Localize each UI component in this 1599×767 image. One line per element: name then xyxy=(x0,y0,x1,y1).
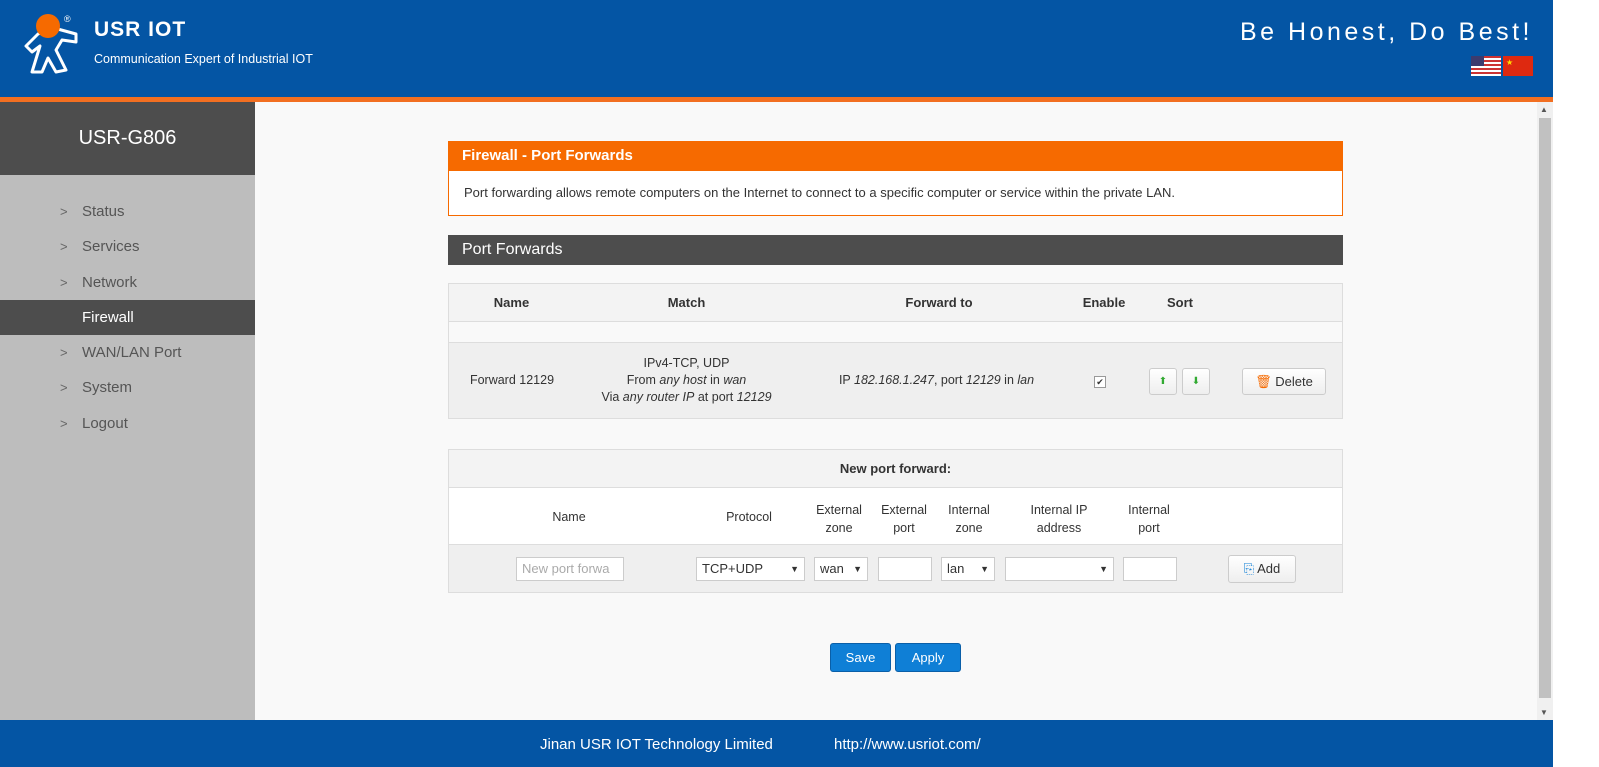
alert-title: Firewall - Port Forwards xyxy=(448,141,1343,171)
move-up-button[interactable]: ⬆ xyxy=(1149,368,1177,395)
add-icon: ⎘ xyxy=(1243,561,1255,576)
table-row: Forward 12129 IPv4-TCP, UDP From any hos… xyxy=(449,342,1342,418)
chevron-right-icon: > xyxy=(60,415,68,431)
footer: Jinan USR IOT Technology Limited http://… xyxy=(0,720,1553,767)
sidebar-item-wan-lan-port[interactable]: > WAN/LAN Port xyxy=(0,335,255,370)
dropdown-arrow-icon: ▼ xyxy=(790,564,799,574)
external-zone-select[interactable]: wan ▼ xyxy=(814,557,868,581)
alert-description: Port forwarding allows remote computers … xyxy=(448,171,1343,216)
port-forwards-table: Name Match Forward to Enable Sort Forwar… xyxy=(448,283,1343,419)
col-match: Match xyxy=(667,295,706,310)
sidebar-item-firewall[interactable]: Firewall xyxy=(0,299,255,336)
sidebar-item-status[interactable]: > Status xyxy=(0,194,255,229)
dropdown-arrow-icon: ▼ xyxy=(1099,564,1108,574)
brand-name: USR IOT xyxy=(94,18,187,41)
device-name: USR-G806 xyxy=(0,102,255,175)
tagline: Communication Expert of Industrial IOT xyxy=(94,52,313,66)
svg-text:★: ★ xyxy=(1506,58,1513,67)
header: ® USR IOT Communication Expert of Indust… xyxy=(0,0,1553,97)
arrow-down-icon: ⬇ xyxy=(1191,376,1201,387)
col-enable: Enable xyxy=(1082,295,1126,310)
rule-forward-to: IP 182.168.1.247, port 12129 in lan xyxy=(838,373,1035,387)
match-from: From any host in wan xyxy=(626,373,747,387)
apply-button[interactable]: Apply xyxy=(895,643,961,672)
label-protocol: Protocol xyxy=(726,510,772,524)
delete-button[interactable]: 🗑 Delete xyxy=(1242,368,1326,395)
external-port-input[interactable] xyxy=(878,557,932,581)
label-internal-ip: Internal IP address xyxy=(1030,503,1088,535)
col-forward-to: Forward to xyxy=(905,295,973,310)
sidebar-item-system[interactable]: > System xyxy=(0,370,255,405)
chevron-right-icon: > xyxy=(60,239,68,255)
internal-port-input[interactable] xyxy=(1123,557,1177,581)
us-flag-icon[interactable] xyxy=(1471,56,1501,76)
sidebar-item-services[interactable]: > Services xyxy=(0,229,255,264)
chevron-right-icon: > xyxy=(60,345,68,361)
rule-match: IPv4-TCP, UDP From any host in wan Via a… xyxy=(579,355,794,406)
slogan: Be Honest, Do Best! xyxy=(1239,18,1533,46)
sidebar-item-logout[interactable]: > Logout xyxy=(0,406,255,441)
company-url[interactable]: http://www.usriot.com/ xyxy=(834,736,981,753)
col-sort: Sort xyxy=(1167,295,1193,310)
label-name: Name xyxy=(552,510,586,524)
protocol-select[interactable]: TCP+UDP ▼ xyxy=(696,557,805,581)
internal-ip-select[interactable]: ▼ xyxy=(1005,557,1114,581)
enable-checkbox[interactable]: ✔ xyxy=(1094,376,1106,388)
label-external-zone: External zone xyxy=(816,503,862,535)
arrow-up-icon: ⬆ xyxy=(1158,376,1168,387)
chevron-right-icon: > xyxy=(60,274,68,290)
svg-text:®: ® xyxy=(64,14,71,24)
internal-zone-select[interactable]: lan ▼ xyxy=(941,557,995,581)
sidebar-item-network[interactable]: > Network xyxy=(0,265,255,300)
usr-logo-icon: ® xyxy=(24,14,78,74)
label-external-port: External port xyxy=(881,503,927,535)
cn-flag-icon[interactable]: ★ xyxy=(1503,56,1533,76)
scrollbar[interactable]: ▲ ▼ xyxy=(1537,102,1553,720)
chevron-right-icon: > xyxy=(60,204,68,219)
match-protocol: IPv4-TCP, UDP xyxy=(643,356,730,370)
new-forward-title: New port forward: xyxy=(839,461,952,476)
dropdown-arrow-icon: ▼ xyxy=(980,564,989,574)
rule-name: Forward 12129 xyxy=(469,373,555,387)
col-name: Name xyxy=(493,295,530,310)
save-button[interactable]: Save xyxy=(830,643,891,672)
chevron-right-icon: > xyxy=(60,380,68,396)
sidebar: USR-G806 > Status > Services > Network Fire… xyxy=(0,102,255,720)
new-port-forward-form: New port forward: Name Protocol External… xyxy=(448,449,1343,593)
label-internal-zone: Internal zone xyxy=(948,503,990,535)
add-button[interactable]: ⎘ Add xyxy=(1228,555,1296,583)
name-input[interactable]: New port forwa xyxy=(516,557,624,581)
trash-icon: 🗑 xyxy=(1255,374,1272,389)
dropdown-arrow-icon: ▼ xyxy=(853,564,862,574)
move-down-button[interactable]: ⬇ xyxy=(1182,368,1210,395)
match-via: Via any router IP at port 12129 xyxy=(601,390,772,404)
section-title: Port Forwards xyxy=(448,235,1343,265)
main-content: Firewall - Port Forwards Port forwarding… xyxy=(255,102,1537,720)
label-internal-port: Internal port xyxy=(1128,503,1170,535)
company-name: Jinan USR IOT Technology Limited xyxy=(540,736,773,753)
